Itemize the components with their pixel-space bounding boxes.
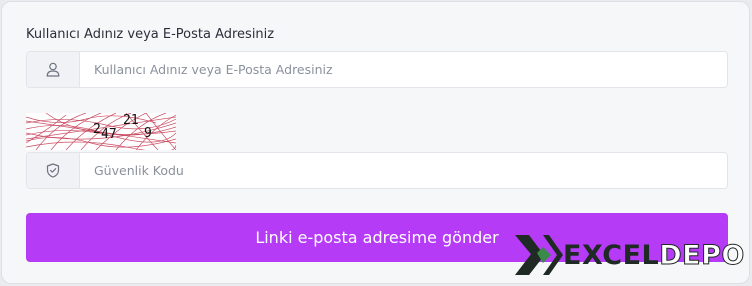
captcha-digit: 21	[123, 113, 139, 128]
send-link-button[interactable]: Linki e-posta adresime gönder	[26, 213, 728, 262]
username-input-group	[26, 51, 728, 88]
captcha-image: 2 47 21 9	[26, 113, 176, 150]
send-link-button-label: Linki e-posta adresime gönder	[255, 228, 499, 247]
security-code-input[interactable]	[80, 153, 727, 188]
captcha-digit: 47	[101, 127, 117, 142]
security-code-input-group	[26, 152, 728, 189]
shield-check-icon	[27, 153, 80, 188]
username-label: Kullanıcı Adınız veya E-Posta Adresiniz	[26, 27, 275, 42]
user-icon	[27, 52, 80, 87]
captcha-digit: 2	[93, 122, 101, 137]
captcha-digit: 9	[144, 126, 152, 141]
username-input[interactable]	[80, 52, 727, 87]
reset-password-card: Kullanıcı Adınız veya E-Posta Adresiniz	[1, 1, 750, 284]
